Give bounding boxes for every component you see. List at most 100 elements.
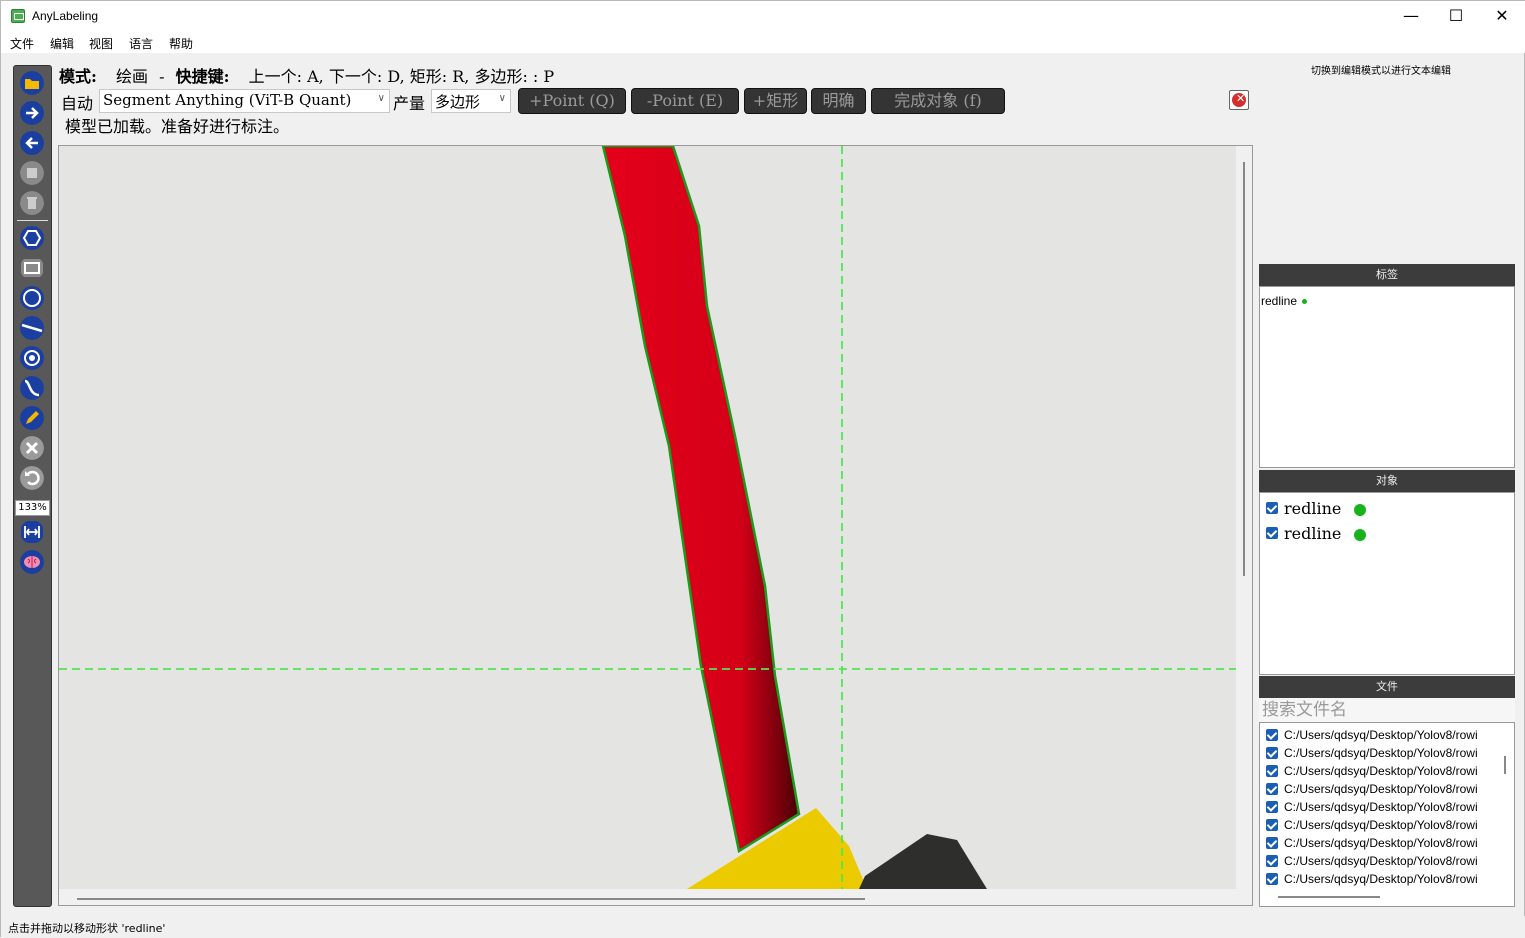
close-shape-icon[interactable] [20,436,44,460]
mode-info: 模式: 绘画 - 快捷键: 上一个: A, 下一个: D, 矩形: R, 多边形… [59,63,554,87]
files-panel-title: 文件 [1259,676,1515,698]
object-checkbox[interactable] [1266,502,1278,514]
label-item[interactable]: redline [1261,294,1308,308]
rectangle-icon[interactable] [20,256,44,280]
edit-pencil-icon[interactable] [20,406,44,430]
file-item[interactable]: C:/Users/qdsyq/Desktop/Yolov8/rowi [1266,744,1506,762]
polygon-icon[interactable] [20,226,44,250]
canvas-area [58,145,1253,906]
file-item[interactable]: C:/Users/qdsyq/Desktop/Yolov8/rowi [1266,852,1506,870]
file-checkbox[interactable] [1266,783,1278,795]
file-checkbox[interactable] [1266,819,1278,831]
file-checkbox[interactable] [1266,855,1278,867]
model-select[interactable]: Segment Anything (ViT-B Quant) ∨ [99,89,390,113]
object-item-name: redline [1284,524,1342,543]
object-item-name: redline [1284,499,1342,518]
file-checkbox[interactable] [1266,765,1278,777]
model-select-value: Segment Anything (ViT-B Quant) [103,91,352,109]
canvas-horizontal-scrollbar[interactable] [77,898,865,900]
canvas-vertical-scrollbar[interactable] [1243,162,1245,576]
file-path: C:/Users/qdsyq/Desktop/Yolov8/rowi [1284,728,1478,742]
close-window-button[interactable]: ✕ [1479,1,1525,31]
file-path: C:/Users/qdsyq/Desktop/Yolov8/rowi [1284,818,1478,832]
labels-list: redline [1259,286,1515,468]
files-horizontal-scrollbar[interactable] [1278,896,1380,898]
file-search-input[interactable]: 搜索文件名 [1259,698,1515,722]
file-checkbox[interactable] [1266,837,1278,849]
file-item[interactable]: C:/Users/qdsyq/Desktop/Yolov8/rowi [1266,834,1506,852]
finish-object-button[interactable]: 完成对象 (f) [871,88,1005,114]
shortcut-label: 快捷键: [175,67,230,86]
mode-value: 绘画 [116,67,149,86]
objects-panel-title: 对象 [1259,470,1515,492]
output-select[interactable]: 多边形 ∨ [431,89,511,113]
file-path: C:/Users/qdsyq/Desktop/Yolov8/rowi [1284,836,1478,850]
delete-icon[interactable] [20,191,44,215]
objects-list: redline redline [1259,492,1515,675]
object-item[interactable]: redline [1284,524,1367,543]
file-item[interactable]: C:/Users/qdsyq/Desktop/Yolov8/rowi [1266,762,1506,780]
close-auto-panel-button[interactable]: ✕ [1229,90,1249,110]
files-vertical-scrollbar[interactable] [1504,756,1506,774]
minimize-button[interactable]: — [1388,1,1434,31]
line-icon[interactable] [20,316,44,340]
menu-help[interactable]: 帮助 [169,35,193,52]
object-checkbox[interactable] [1266,527,1278,539]
file-path: C:/Users/qdsyq/Desktop/Yolov8/rowi [1284,800,1478,814]
model-status: 模型已加载。准备好进行标注。 [65,117,290,136]
menu-view[interactable]: 视图 [89,35,113,52]
open-folder-icon[interactable] [20,71,44,95]
linestrip-icon[interactable] [20,376,44,400]
labels-panel-title: 标签 [1259,264,1515,286]
object-color-dot [1354,503,1367,516]
app-logo-icon [11,9,25,23]
image-canvas[interactable] [59,146,1236,889]
auto-label: 自动 [61,94,94,113]
file-item[interactable]: C:/Users/qdsyq/Desktop/Yolov8/rowi [1266,798,1506,816]
file-path: C:/Users/qdsyq/Desktop/Yolov8/rowi [1284,854,1478,868]
file-checkbox[interactable] [1266,801,1278,813]
circle-icon[interactable] [20,286,44,310]
mode-dash: - [159,67,165,86]
undo-icon[interactable] [20,466,44,490]
add-rect-button[interactable]: +矩形 [744,88,807,114]
status-bar-text: 点击并拖动以移动形状 'redline' [8,922,166,935]
point-icon[interactable] [20,346,44,370]
left-toolbar: 133% [13,65,52,907]
close-icon: ✕ [1236,92,1246,105]
file-checkbox[interactable] [1266,729,1278,741]
maximize-button[interactable]: ☐ [1433,1,1479,31]
chevron-down-icon: ∨ [498,93,506,104]
menu-language[interactable]: 语言 [129,35,153,52]
prev-image-icon[interactable] [20,131,44,155]
files-list: C:/Users/qdsyq/Desktop/Yolov8/rowi C:/Us… [1259,722,1515,907]
file-item[interactable]: C:/Users/qdsyq/Desktop/Yolov8/rowi [1266,780,1506,798]
canvas-drawing [59,146,1236,889]
file-item[interactable]: C:/Users/qdsyq/Desktop/Yolov8/rowi [1266,726,1506,744]
menu-file[interactable]: 文件 [10,35,34,52]
brain-icon[interactable] [20,550,44,574]
file-checkbox[interactable] [1266,747,1278,759]
file-item[interactable]: C:/Users/qdsyq/Desktop/Yolov8/rowi [1266,870,1506,888]
toolbar-divider [17,220,48,221]
title-bar: AnyLabeling — ☐ ✕ [1,1,1525,31]
output-select-value: 多边形 [435,93,481,111]
next-image-icon[interactable] [20,101,44,125]
file-path: C:/Users/qdsyq/Desktop/Yolov8/rowi [1284,764,1478,778]
window-title: AnyLabeling [32,9,99,23]
edit-mode-hint: 切换到编辑模式以进行文本编辑 [1311,66,1451,77]
file-path: C:/Users/qdsyq/Desktop/Yolov8/rowi [1284,746,1478,760]
fit-width-icon[interactable] [20,520,44,544]
object-item[interactable]: redline [1284,499,1367,518]
output-label: 产量 [393,94,426,113]
clear-button[interactable]: 明确 [811,88,866,114]
file-checkbox[interactable] [1266,873,1278,885]
remove-point-button[interactable]: -Point (E) [631,88,739,114]
save-icon[interactable] [20,161,44,185]
chevron-down-icon: ∨ [377,93,385,104]
zoom-level-input[interactable]: 133% [15,500,50,516]
redline-shape[interactable] [601,146,801,854]
add-point-button[interactable]: +Point (Q) [518,88,626,114]
menu-edit[interactable]: 编辑 [50,35,74,52]
file-item[interactable]: C:/Users/qdsyq/Desktop/Yolov8/rowi [1266,816,1506,834]
